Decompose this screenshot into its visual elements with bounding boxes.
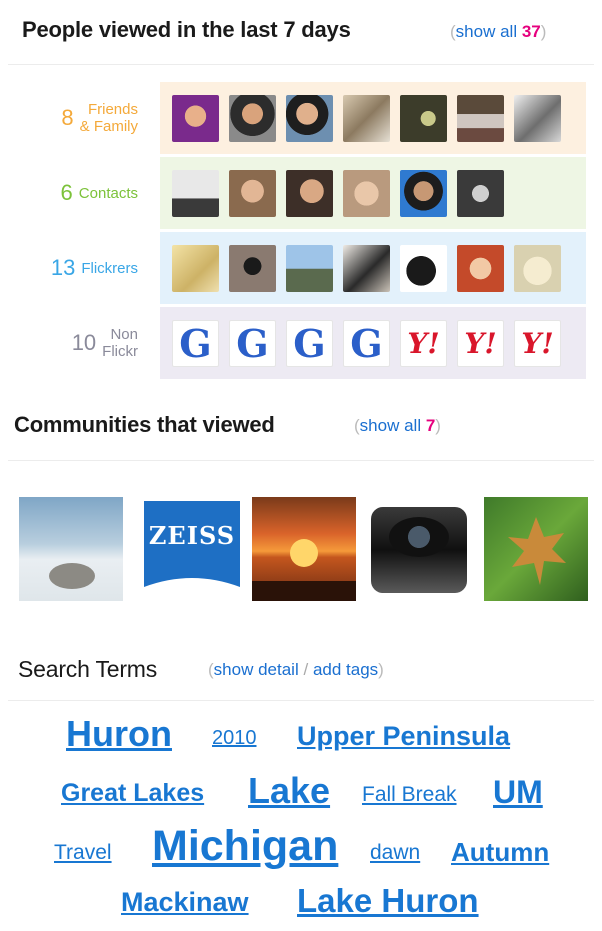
leaf-icon — [508, 517, 566, 585]
avatar[interactable] — [286, 244, 333, 292]
communities-show-all-link[interactable]: show all 7 — [360, 416, 436, 435]
search-terms-title: Search Terms — [18, 656, 158, 682]
tag-fall-break[interactable]: Fall Break — [362, 783, 457, 807]
avatar[interactable] — [172, 94, 219, 142]
communities-title: Communities that viewed — [14, 412, 275, 437]
avatar[interactable] — [229, 169, 276, 217]
divider — [8, 700, 594, 701]
tag-michigan[interactable]: Michigan — [152, 822, 338, 871]
contacts-panel — [160, 157, 586, 229]
tag-dawn[interactable]: dawn — [370, 841, 420, 865]
contacts-label[interactable]: 6 Contacts — [20, 157, 140, 229]
tag-2010[interactable]: 2010 — [212, 727, 257, 750]
google-icon[interactable]: G — [286, 319, 333, 367]
contacts-label-text: Contacts — [78, 184, 138, 202]
avatar[interactable] — [400, 244, 447, 292]
avatar[interactable] — [286, 94, 333, 142]
non-flickr-label-line1: Non — [110, 326, 138, 343]
zeiss-logo-text: ZEISS — [148, 521, 236, 550]
non-flickr-count: 10 — [71, 330, 97, 355]
avatar[interactable] — [400, 94, 447, 142]
autumn-leaf-thumb[interactable] — [484, 497, 588, 601]
zeiss-logo-thumb[interactable]: ZEISS — [140, 497, 244, 601]
google-icon[interactable]: G — [343, 319, 390, 367]
non-flickr-label-line2: Flickr — [102, 343, 138, 360]
flickrers-count: 13 — [50, 255, 76, 280]
tag-mackinaw[interactable]: Mackinaw — [121, 887, 249, 918]
google-icon[interactable]: G — [172, 319, 219, 367]
avatar[interactable] — [229, 94, 276, 142]
friends-label-line2: & Family — [79, 118, 138, 135]
yahoo-icon[interactable]: Y! — [457, 319, 504, 367]
avatar[interactable] — [229, 244, 276, 292]
tag-upper-peninsula[interactable]: Upper Peninsula — [297, 721, 510, 752]
non-flickr-label[interactable]: 10 Non Flickr — [20, 307, 140, 379]
search-terms-links: (show detail / add tags) — [208, 660, 384, 679]
friends-family-panel — [160, 82, 586, 154]
avatar[interactable] — [400, 169, 447, 217]
sunset-lake-thumb[interactable] — [252, 497, 356, 601]
avatar[interactable] — [514, 244, 561, 292]
yahoo-icon[interactable]: Y! — [400, 319, 447, 367]
frozen-lake-shore-thumb[interactable] — [19, 497, 123, 601]
tag-um[interactable]: UM — [493, 774, 543, 811]
flickrers-label[interactable]: 13 Flickrers — [20, 232, 140, 304]
avatar[interactable] — [457, 244, 504, 292]
camera-lens-thumb[interactable] — [367, 497, 471, 601]
divider — [8, 64, 594, 65]
avatar[interactable] — [172, 244, 219, 292]
communities-show-all-link-group: (show all 7) — [354, 416, 441, 435]
tag-lake[interactable]: Lake — [248, 770, 330, 812]
avatar[interactable] — [343, 169, 390, 217]
people-show-all-link-group: (show all 37) — [450, 22, 547, 41]
friends-family-label[interactable]: 8 Friends & Family — [20, 82, 140, 154]
avatar[interactable] — [172, 169, 219, 217]
google-icon[interactable]: G — [229, 319, 276, 367]
avatar[interactable] — [457, 169, 504, 217]
avatar[interactable] — [343, 244, 390, 292]
avatar[interactable] — [514, 94, 561, 142]
people-viewed-title: People viewed in the last 7 days — [22, 17, 351, 42]
flickrers-label-text: Flickrers — [81, 259, 138, 277]
avatar[interactable] — [343, 94, 390, 142]
add-tags-link[interactable]: add tags — [313, 660, 378, 679]
avatar[interactable] — [457, 94, 504, 142]
friends-label-line1: Friends — [87, 101, 138, 118]
avatar[interactable] — [286, 169, 333, 217]
flickrers-panel — [160, 232, 586, 304]
divider — [8, 460, 594, 461]
tag-autumn[interactable]: Autumn — [451, 837, 549, 868]
tag-lake-huron[interactable]: Lake Huron — [297, 882, 479, 920]
non-flickr-panel: G G G G Y! Y! Y! — [160, 307, 586, 379]
tag-huron[interactable]: Huron — [66, 713, 172, 755]
tag-great-lakes[interactable]: Great Lakes — [61, 779, 204, 808]
show-detail-link[interactable]: show detail — [214, 660, 299, 679]
people-show-all-link[interactable]: show all 37 — [456, 22, 541, 41]
tag-travel[interactable]: Travel — [54, 841, 112, 865]
yahoo-icon[interactable]: Y! — [514, 319, 561, 367]
contacts-count: 6 — [60, 180, 73, 205]
friends-family-count: 8 — [61, 105, 74, 130]
